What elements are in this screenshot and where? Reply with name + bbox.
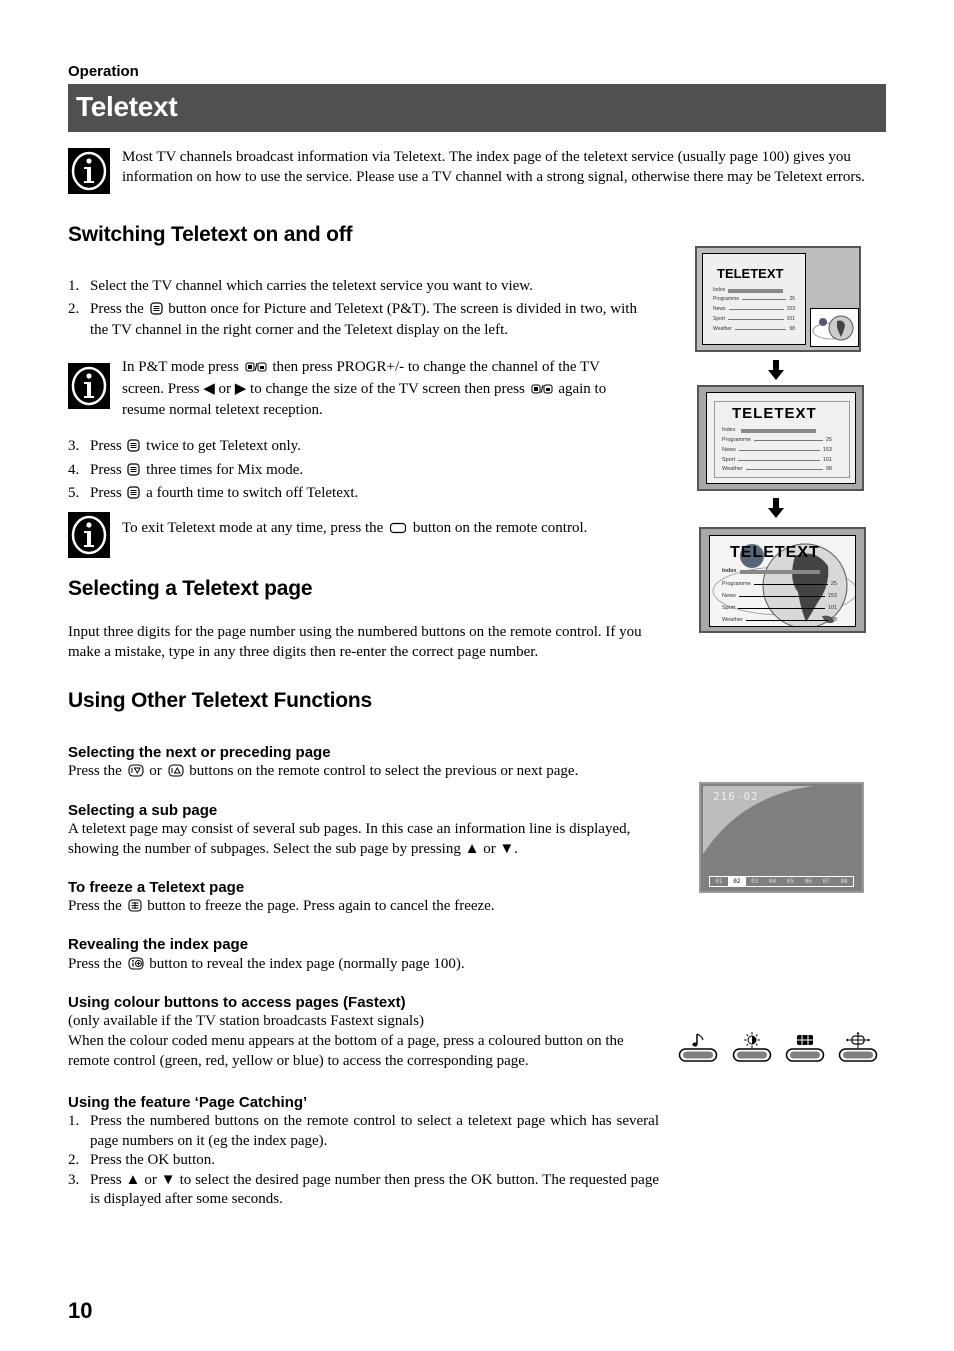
- fastext-button-blue: [838, 1030, 878, 1064]
- arrow-down-icon: [768, 360, 784, 385]
- picture-format-icon: [797, 1035, 813, 1045]
- index-button-icon: [127, 957, 144, 977]
- page-down-button-icon: [127, 764, 144, 784]
- globe-icon: [812, 315, 854, 341]
- list-item: 1. Press the numbered buttons on the remo…: [68, 1113, 659, 1149]
- teletext-panel: TELETEXT Index Programme 25 News 153 Sport…: [709, 535, 856, 627]
- arrow-down-icon: [768, 498, 784, 523]
- freeze-text: Press the button to freeze the page. Pre…: [68, 897, 660, 919]
- teletext-panel: TELETEXT Index Programme 25 News 153 Sport…: [706, 392, 856, 484]
- heading-selecting-page: Selecting a Teletext page: [68, 577, 313, 600]
- sub-page-text: A teletext page may consist of several s…: [68, 821, 631, 857]
- tv-channel-inset: [810, 308, 859, 347]
- page-number: 10: [68, 1298, 93, 1323]
- subpage-bar: 01 02 03 04 05 06 07 08: [709, 876, 854, 887]
- index-text: Press the button to reveal the index pag…: [68, 955, 660, 977]
- tv-button-icon: [389, 521, 407, 541]
- selecting-page-text: Input three digits for the page number u…: [68, 624, 642, 660]
- tv-illustration-mix-mode: TELETEXT Index Programme 25 News 153 Sport…: [699, 527, 866, 633]
- subpage-item: 08: [840, 878, 848, 885]
- subpage-item: 04: [768, 878, 777, 885]
- subpage-item: 07: [822, 878, 830, 885]
- tv-illustration-subpages: 216-02 01 02 03 04 05 06 07 08: [699, 782, 864, 893]
- info-icon: [68, 512, 110, 558]
- intro-note-text: Most TV channels broadcast information v…: [122, 149, 865, 185]
- position-icon: [846, 1032, 870, 1048]
- subpage-item: 05: [786, 878, 795, 885]
- fastext-button-yellow: [785, 1030, 825, 1064]
- info-icon: [68, 363, 110, 409]
- freeze-button-icon: [127, 899, 142, 919]
- subheading-next-prev: Selecting the next or preceding page: [68, 744, 331, 761]
- list-item: 2. Press the button once for Picture and…: [68, 300, 637, 339]
- switching-steps-continued: 3. Press twice to get Teletext only. 4. …: [68, 437, 648, 506]
- subheading-index: Revealing the index page: [68, 936, 249, 953]
- page-title: Teletext: [76, 91, 178, 122]
- next-prev-text: Press the or buttons on the remote contr…: [68, 762, 660, 784]
- page-catching-steps: 1. Press the numbered buttons on the remo…: [68, 1112, 659, 1210]
- subpage-item: 03: [751, 878, 759, 885]
- fastext-button-red: [732, 1030, 772, 1064]
- heading-other-functions: Using Other Teletext Functions: [68, 689, 372, 712]
- brightness-icon: [744, 1032, 760, 1048]
- list-item: 3. Press ▲ or ▼ to select the desired pag…: [68, 1171, 659, 1208]
- subheading-fastext: Using colour buttons to access pages (Fa…: [68, 994, 406, 1011]
- section-label: Operation: [68, 63, 139, 80]
- tv-illustration-pt-mode: TELETEXT Index Programme 25 News 153 Sport…: [695, 246, 861, 352]
- teletext-button-icon: [127, 439, 141, 459]
- list-item: 4. Press three times for Mix mode.: [68, 461, 648, 483]
- switching-steps: 1. Select the TV channel which carries t…: [68, 277, 648, 341]
- teletext-panel: TELETEXT Index Programme 25 News 153 Sport…: [702, 253, 806, 345]
- list-item: 3. Press twice to get Teletext only.: [68, 437, 648, 459]
- subpage-item-active: 02: [727, 877, 746, 886]
- tv-illustration-teletext-only: TELETEXT Index Programme 25 News 153 Sport…: [697, 385, 864, 491]
- teletext-button-icon: [127, 462, 141, 483]
- teletext-button-icon: [127, 486, 141, 506]
- subpage-item: 06: [804, 878, 812, 885]
- teletext-button-icon: [149, 301, 163, 322]
- title-bar: Teletext: [68, 84, 886, 132]
- subpage-item: 01: [715, 878, 723, 885]
- subheading-page-catching: Using the feature ‘Page Catching’: [68, 1094, 308, 1111]
- fastext-text: When the colour coded menu appears at th…: [68, 1033, 624, 1069]
- list-item: 5. Press a fourth time to switch off Tel…: [68, 484, 648, 506]
- pip-teletext-icon: [531, 382, 553, 402]
- music-note-icon: [692, 1033, 704, 1047]
- list-item: 1. Select the TV channel which carries t…: [68, 278, 533, 294]
- fastext-button-green: [678, 1030, 718, 1064]
- fastext-note: (only available if the TV station broadc…: [68, 1013, 425, 1029]
- subheading-sub-page: Selecting a sub page: [68, 802, 218, 819]
- list-item: 2. Press the OK button.: [68, 1152, 215, 1168]
- info-icon: [68, 148, 110, 194]
- subheading-freeze: To freeze a Teletext page: [68, 879, 245, 896]
- page-up-button-icon: [167, 764, 184, 784]
- exit-note: To exit Teletext mode at any time, press…: [122, 519, 682, 541]
- heading-switching: Switching Teletext on and off: [68, 223, 353, 246]
- pip-teletext-icon: [245, 360, 267, 380]
- pt-mode-note: In P&T mode press then press PROGR+/- to…: [122, 359, 607, 418]
- subpage-page-number: 216-02: [713, 790, 759, 803]
